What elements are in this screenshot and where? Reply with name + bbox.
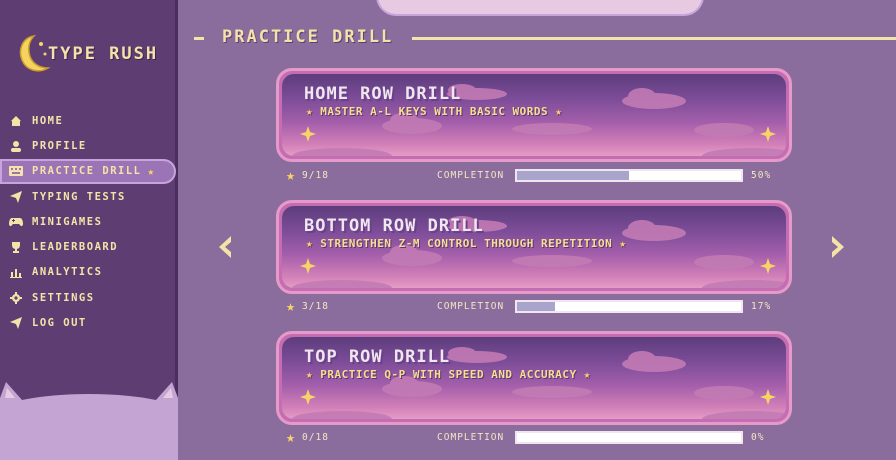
sidebar-item-minigames[interactable]: MINIGAMES [0, 209, 178, 234]
progress-bar [515, 168, 744, 182]
sidebar-item-label: SETTINGS [32, 291, 95, 304]
progress-bar [515, 299, 744, 313]
star-icon: ★ [306, 237, 314, 250]
sidebar-nav: HOME PROFILE PRACTICE DRILL ★ TYPING TES… [0, 108, 178, 336]
drill-description-text: MASTER A-L KEYS WITH BASIC WORDS [320, 105, 549, 118]
sidebar: TYPE RUSH HOME PROFILE PRACTICE DRILL ★ [0, 0, 178, 460]
keyboard-icon [8, 164, 24, 178]
star-icon: ★ [286, 296, 297, 315]
top-tab-decoration [376, 0, 704, 16]
drill-score: 3/18 [302, 300, 329, 312]
drill-description-text: PRACTICE Q-P WITH SPEED AND ACCURACY [320, 368, 577, 381]
sidebar-item-settings[interactable]: SETTINGS [0, 285, 178, 310]
drill-stats: ★ 9/18 COMPLETION 50% [286, 167, 786, 183]
chart-icon [8, 265, 24, 279]
drill-card-home-row[interactable]: HOME ROW DRILL ★ MASTER A-L KEYS WITH BA… [276, 68, 792, 162]
sidebar-item-label: PRACTICE DRILL [32, 165, 142, 178]
page-title: PRACTICE DRILL [222, 27, 394, 47]
drill-banner: TOP ROW DRILL ★ PRACTICE Q-P WITH SPEED … [282, 337, 786, 419]
progress-bar-fill [517, 170, 630, 180]
progress-percent: 17% [751, 300, 772, 312]
sidebar-item-leaderboard[interactable]: LEADERBOARD [0, 234, 178, 259]
star-icon: ★ [583, 368, 591, 381]
star-icon: ★ [286, 427, 297, 446]
sidebar-item-label: LEADERBOARD [32, 241, 119, 254]
sidebar-item-profile[interactable]: PROFILE [0, 133, 178, 158]
star-icon: ★ [147, 164, 156, 178]
cat-decoration [0, 378, 178, 460]
completion-label: COMPLETION [437, 300, 505, 312]
drill-banner: HOME ROW DRILL ★ MASTER A-L KEYS WITH BA… [282, 74, 786, 156]
drill-description-text: STRENGTHEN Z-M CONTROL THROUGH REPETITIO… [320, 237, 613, 250]
star-icon: ★ [306, 105, 314, 118]
sidebar-item-practice-drill[interactable]: PRACTICE DRILL ★ [0, 158, 176, 184]
sidebar-item-log-out[interactable]: LOG OUT [0, 310, 178, 335]
sidebar-item-label: LOG OUT [32, 317, 87, 330]
progress-bar [515, 430, 744, 444]
app-logo[interactable]: TYPE RUSH [14, 32, 174, 76]
chevron-left-icon [219, 236, 231, 258]
progress-percent: 50% [751, 169, 772, 181]
completion-label: COMPLETION [437, 431, 505, 443]
sidebar-item-label: HOME [32, 114, 64, 127]
send-icon [8, 190, 24, 204]
progress-percent: 0% [751, 431, 765, 443]
drill-stats: ★ 0/18 COMPLETION 0% [286, 429, 786, 445]
drill-description: ★ MASTER A-L KEYS WITH BASIC WORDS ★ [306, 105, 562, 118]
drill-banner: BOTTOM ROW DRILL ★ STRENGTHEN Z-M CONTRO… [282, 206, 786, 288]
drill-card-bottom-row[interactable]: BOTTOM ROW DRILL ★ STRENGTHEN Z-M CONTRO… [276, 200, 792, 294]
drill-score: 0/18 [302, 431, 329, 443]
sidebar-item-analytics[interactable]: ANALYTICS [0, 260, 178, 285]
drill-title: HOME ROW DRILL [304, 84, 462, 104]
logout-icon [8, 316, 24, 330]
gamepad-icon [8, 215, 24, 229]
next-arrow-button[interactable] [828, 236, 846, 258]
home-icon [8, 114, 24, 128]
gear-icon [8, 291, 24, 305]
sidebar-item-label: MINIGAMES [32, 215, 103, 228]
user-icon [8, 139, 24, 153]
drill-description: ★ PRACTICE Q-P WITH SPEED AND ACCURACY ★ [306, 368, 591, 381]
header-divider [412, 37, 896, 40]
drill-score: 9/18 [302, 169, 329, 181]
drill-title: TOP ROW DRILL [304, 347, 451, 367]
sidebar-item-home[interactable]: HOME [0, 108, 178, 133]
sidebar-item-label: TYPING TESTS [32, 190, 126, 203]
progress-bar-fill [517, 301, 556, 311]
sidebar-item-typing-tests[interactable]: TYPING TESTS [0, 184, 178, 209]
star-icon: ★ [306, 368, 314, 381]
drill-title: BOTTOM ROW DRILL [304, 216, 484, 236]
sidebar-item-label: PROFILE [32, 139, 87, 152]
star-icon: ★ [286, 165, 297, 184]
prev-arrow-button[interactable] [217, 236, 235, 258]
moon-icon [14, 32, 54, 76]
header-divider [194, 37, 204, 40]
drill-description: ★ STRENGTHEN Z-M CONTROL THROUGH REPETIT… [306, 237, 627, 250]
sidebar-item-label: ANALYTICS [32, 266, 103, 279]
chevron-right-icon [832, 236, 844, 258]
star-icon: ★ [555, 105, 563, 118]
completion-label: COMPLETION [437, 169, 505, 181]
drill-card-top-row[interactable]: TOP ROW DRILL ★ PRACTICE Q-P WITH SPEED … [276, 331, 792, 425]
drill-stats: ★ 3/18 COMPLETION 17% [286, 298, 786, 314]
trophy-icon [8, 240, 24, 254]
star-icon: ★ [619, 237, 627, 250]
app-title: TYPE RUSH [48, 44, 159, 64]
